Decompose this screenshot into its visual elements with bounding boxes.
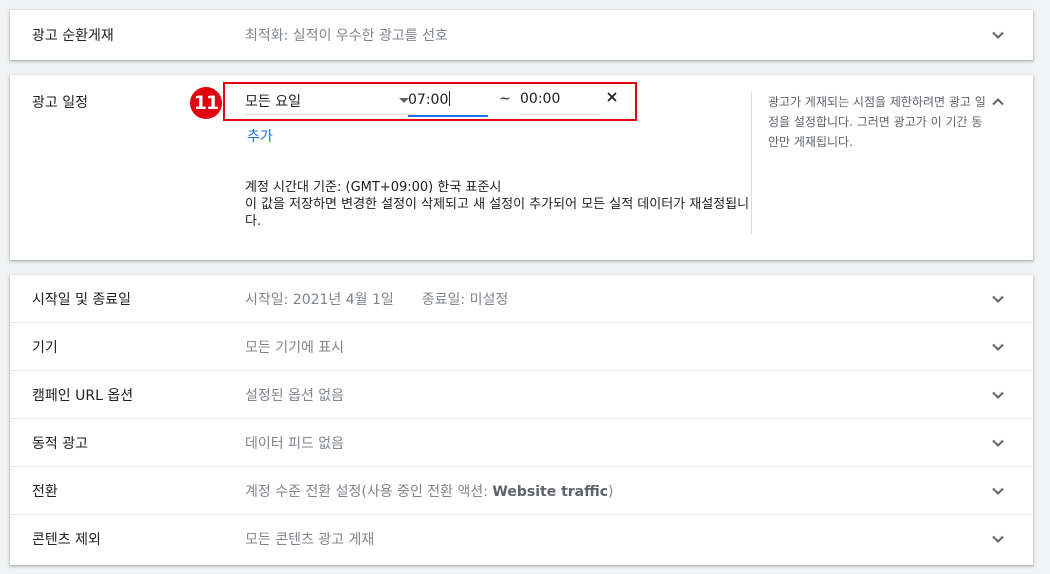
timezone-line: 계정 시간대 기준: (GMT+09:00) 한국 표준시 [245,180,502,195]
devices-label: 기기 [32,339,58,356]
vertical-divider [751,91,752,235]
ad-rotation-card: 광고 순환게재 최적화: 실적이 우수한 광고를 선호 [10,10,1033,60]
timezone-note: 계정 시간대 기준: (GMT+09:00) 한국 표준시 이 값을 저장하면 … [245,179,755,230]
dates-summary: 시작일: 2021년 4월 1일 종료일: 미설정 [245,289,508,309]
conversions-row[interactable]: 전환 계정 수준 전환 설정(사용 중인 전환 액션: Website traf… [10,467,1033,515]
chevron-down-icon[interactable] [991,340,1005,354]
content-exclusions-summary: 모든 콘텐츠 광고 게재 [245,532,375,548]
conversions-summary: 계정 수준 전환 설정(사용 중인 전환 액션: Website traffic… [245,481,614,501]
conversion-action-name: Website traffic [492,483,609,500]
campaign-url-options-row[interactable]: 캠페인 URL 옵션 설정된 옵션 없음 [10,371,1033,419]
dynamic-ads-row[interactable]: 동적 광고 데이터 피드 없음 [10,419,1033,467]
dynamic-ads-label: 동적 광고 [32,435,88,452]
chevron-down-icon[interactable] [991,484,1005,498]
devices-row[interactable]: 기기 모든 기기에 표시 [10,323,1033,371]
end-time-input[interactable]: 00:00 [520,85,600,115]
content-exclusions-label: 콘텐츠 제외 [32,532,101,548]
close-icon[interactable] [605,90,619,104]
end-date-summary: 종료일: 미설정 [421,291,509,308]
ad-rotation-row[interactable]: 광고 순환게재 최적화: 실적이 우수한 광고를 선호 [10,10,1033,60]
step-number-badge: 11 [190,87,222,119]
chevron-down-icon[interactable] [991,388,1005,402]
reset-warning: 이 값을 저장하면 변경한 설정이 삭제되고 새 설정이 추가되어 모든 실적 … [245,197,750,229]
campaign-url-options-summary: 설정된 옵션 없음 [245,387,345,404]
additional-settings-card: 시작일 및 종료일 시작일: 2021년 4월 1일 종료일: 미설정 기기 모든… [10,275,1033,565]
campaign-url-options-label: 캠페인 URL 옵션 [32,387,134,404]
dates-row[interactable]: 시작일 및 종료일 시작일: 2021년 4월 1일 종료일: 미설정 [10,275,1033,323]
start-time-value: 07:00 [408,92,449,108]
conversions-summary-prefix: 계정 수준 전환 설정(사용 중인 전환 액션: [245,483,493,500]
chevron-down-icon[interactable] [991,532,1005,546]
dates-label: 시작일 및 종료일 [32,291,132,308]
conversions-label: 전환 [32,483,58,500]
chevron-down-icon[interactable] [991,436,1005,450]
day-of-week-select[interactable]: 모든 요일 [245,85,417,115]
start-date-summary: 시작일: 2021년 4월 1일 [245,291,394,308]
ad-schedule-card: 광고 일정 11 모든 요일 07:00 ~ 00:00 추가 계정 시간대 기… [10,75,1033,260]
chevron-down-icon[interactable] [991,292,1005,306]
end-time-value: 00:00 [520,91,561,107]
devices-summary: 모든 기기에 표시 [245,339,345,356]
content-exclusions-row[interactable]: 콘텐츠 제외 모든 콘텐츠 광고 게재 [10,515,1033,563]
add-schedule-link[interactable]: 추가 [247,126,273,146]
dynamic-ads-summary: 데이터 피드 없음 [245,435,345,452]
conversions-summary-suffix: ) [608,483,614,500]
ad-schedule-label: 광고 일정 [32,95,88,111]
text-cursor [449,91,451,106]
ad-rotation-label: 광고 순환게재 [32,28,114,44]
schedule-help-text: 광고가 게재되는 시점을 제한하려면 광고 일정을 설정합니다. 그러면 광고가… [768,95,986,149]
day-of-week-value: 모든 요일 [245,94,301,110]
ad-rotation-summary: 최적화: 실적이 우수한 광고를 선호 [245,28,448,44]
chevron-down-icon[interactable] [991,28,1005,42]
time-range-separator: ~ [499,91,511,107]
chevron-up-icon[interactable] [991,95,1005,109]
start-time-input[interactable]: 07:00 [408,85,488,117]
